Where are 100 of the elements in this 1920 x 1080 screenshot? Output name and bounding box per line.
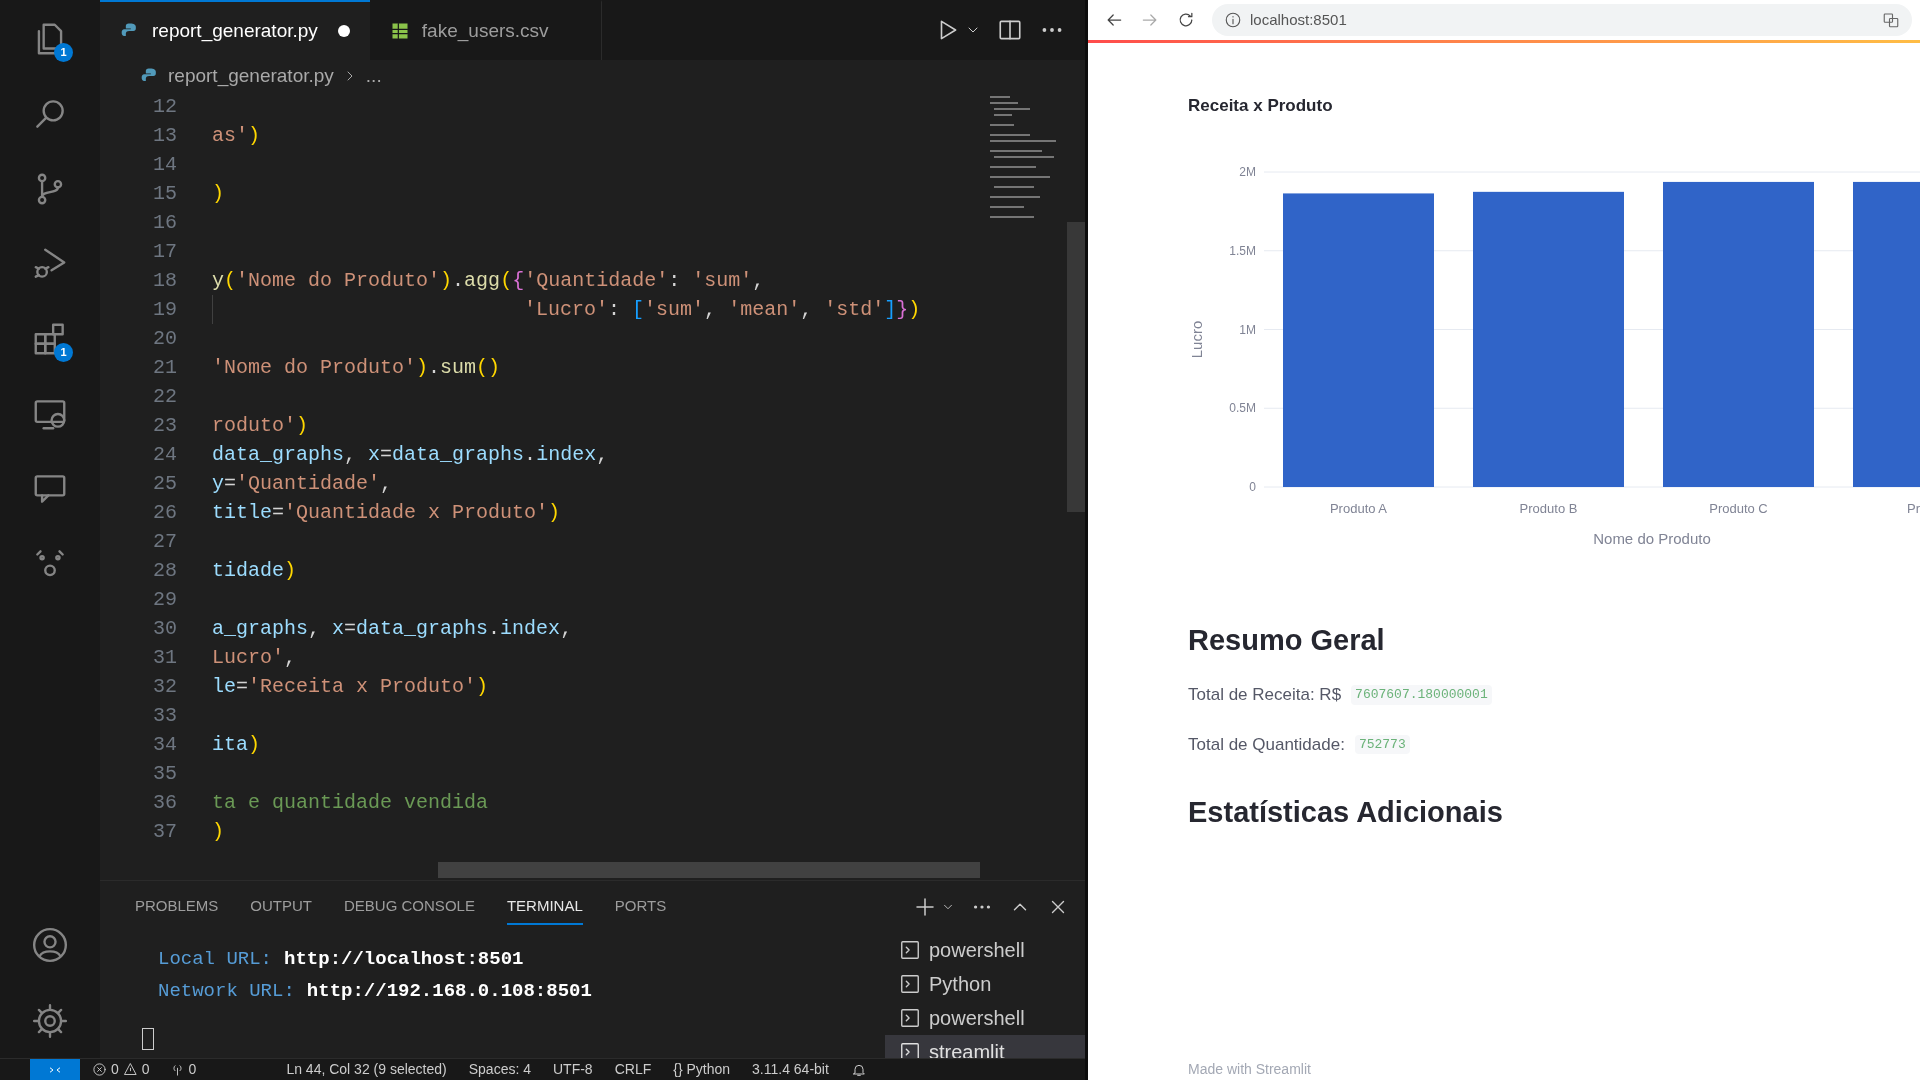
axis-tick-label: Pr (1907, 500, 1920, 516)
problems-button[interactable]: 0 0 (92, 1059, 150, 1080)
terminal-icon (899, 973, 921, 995)
editor-tab[interactable]: report_generator.py (100, 0, 370, 60)
line-number: 15 (152, 180, 177, 207)
line-number: 34 (152, 731, 177, 758)
line-number: 16 (152, 209, 177, 236)
code-line: 'Nome do Produto').sum() (212, 354, 501, 381)
line-number: 27 (152, 528, 177, 555)
terminal-url: http://localhost:8501 (284, 947, 524, 972)
code-line: Lucro', (212, 644, 297, 671)
panel-tab[interactable]: TERMINAL (506, 888, 583, 926)
panel-tab[interactable]: OUTPUT (250, 888, 313, 926)
chart-title: Receita x Produto (1188, 95, 1334, 117)
terminal-label: Local URL: (158, 947, 273, 972)
terminal-icon (899, 939, 921, 961)
terminal-label: Network URL: (158, 978, 295, 1004)
line-number: 12 (152, 93, 177, 120)
info-icon (1224, 11, 1242, 29)
code-line: ta e quantidade vendida (212, 789, 489, 816)
axis-tick-label: 1.5M (1229, 243, 1256, 258)
terminal-icon (899, 1041, 921, 1058)
axis-title: Nome do Produto (1593, 529, 1711, 547)
code-line: ) (212, 818, 224, 845)
notification-badge: 1 (54, 343, 73, 362)
line-number: 36 (152, 789, 177, 816)
code-line: y='Quantidade', (212, 470, 393, 497)
terminal-list-item[interactable]: powershell (885, 933, 1085, 967)
section-heading: Resumo Geral (1188, 622, 1386, 658)
line-number: 19 (152, 296, 177, 323)
line-number: 32 (152, 673, 177, 700)
section-heading: Estatísticas Adicionais (1188, 795, 1504, 830)
line-number: 26 (152, 499, 177, 526)
code-line: data_graphs, x=data_graphs.index, (212, 441, 609, 468)
code-line: ) (212, 180, 224, 207)
axis-tick-label: 0 (1249, 479, 1256, 494)
code-line: a_graphs, x=data_graphs.index, (212, 615, 573, 642)
line-number: 22 (152, 383, 177, 410)
line-number: 17 (152, 238, 177, 265)
status-item[interactable]: UTF-8 (553, 1059, 593, 1080)
status-item[interactable]: 3.11.4 64-bit (752, 1059, 829, 1080)
terminal-icon (899, 1007, 921, 1029)
error-icon (92, 1062, 107, 1077)
axis-tick-label: 2M (1239, 164, 1256, 179)
panel-tab[interactable]: PROBLEMS (135, 888, 219, 926)
code-line: y('Nome do Produto').agg({'Quantidade': 'sum', (212, 267, 765, 294)
line-number: 23 (152, 412, 177, 439)
line-number: 37 (152, 818, 177, 845)
status-item[interactable]: {} Python (673, 1059, 731, 1080)
status-item[interactable]: CRLF (614, 1059, 652, 1080)
ports-button[interactable]: 0 (169, 1059, 197, 1080)
line-number: 33 (152, 702, 177, 729)
line-number: 14 (152, 151, 177, 178)
line-number: 13 (152, 122, 177, 149)
line-number: 35 (152, 760, 177, 787)
terminal-url: http://192.168.0.108:8501 (306, 978, 592, 1004)
breadcrumb-item[interactable]: ... (365, 61, 382, 91)
terminal-list-item[interactable]: Python (885, 967, 1085, 1001)
code-line: title='Quantidade x Produto') (212, 499, 561, 526)
code-line: as') (212, 122, 261, 149)
address-bar[interactable]: localhost:8501 (1212, 4, 1912, 36)
code-line: roduto') (212, 412, 309, 439)
scrollbar-thumb[interactable] (438, 862, 980, 878)
plus-icon[interactable] (913, 895, 937, 919)
panel-tab[interactable]: PORTS (614, 888, 667, 926)
axis-tick-label: 0.5M (1229, 400, 1256, 415)
terminal-list-item[interactable]: powershell (885, 1001, 1085, 1035)
line-number: 29 (152, 586, 177, 613)
account-icon[interactable] (31, 926, 69, 964)
metric-label: Total de Quantidade: (1188, 733, 1345, 756)
translate-icon[interactable] (1882, 11, 1900, 29)
code-line: tidade) (212, 557, 297, 584)
line-number: 20 (152, 325, 177, 352)
terminal-cursor (142, 1028, 154, 1050)
axis-title: Lucro (1188, 320, 1205, 358)
metric-value: 7607607.180000001 (1351, 685, 1492, 705)
spreadsheet-file-icon (389, 21, 410, 41)
warning-icon (122, 1062, 138, 1077)
line-number: 18 (152, 267, 177, 294)
metric-value: 752773 (1354, 734, 1410, 754)
scrollbar-thumb[interactable] (1067, 222, 1085, 512)
code-line: le='Receita x Produto') (212, 673, 489, 700)
panel-tab[interactable]: DEBUG CONSOLE (344, 888, 475, 926)
code-line: 'Lucro': ['sum', 'mean', 'std']}) (524, 296, 921, 323)
axis-tick-label: Produto A (1329, 500, 1388, 516)
breadcrumb-item[interactable]: report_generator.py (168, 61, 334, 91)
line-number: 25 (152, 470, 177, 497)
status-item[interactable]: Ln 44, Col 32 (9 selected) (286, 1059, 447, 1080)
line-number: 31 (152, 644, 177, 671)
settings-icon[interactable] (31, 1002, 69, 1040)
line-number: 30 (152, 615, 177, 642)
line-number: 24 (152, 441, 177, 468)
axis-tick-label: 1M (1239, 322, 1256, 336)
status-item[interactable]: Spaces: 4 (468, 1059, 531, 1080)
axis-tick-label: Produto B (1519, 500, 1578, 516)
axis-tick-label: Produto C (1709, 500, 1768, 516)
line-number: 21 (152, 354, 177, 381)
metric-label: Total de Receita: R$ (1188, 684, 1342, 706)
line-number: 28 (152, 557, 177, 584)
notification-badge: 1 (54, 43, 73, 62)
